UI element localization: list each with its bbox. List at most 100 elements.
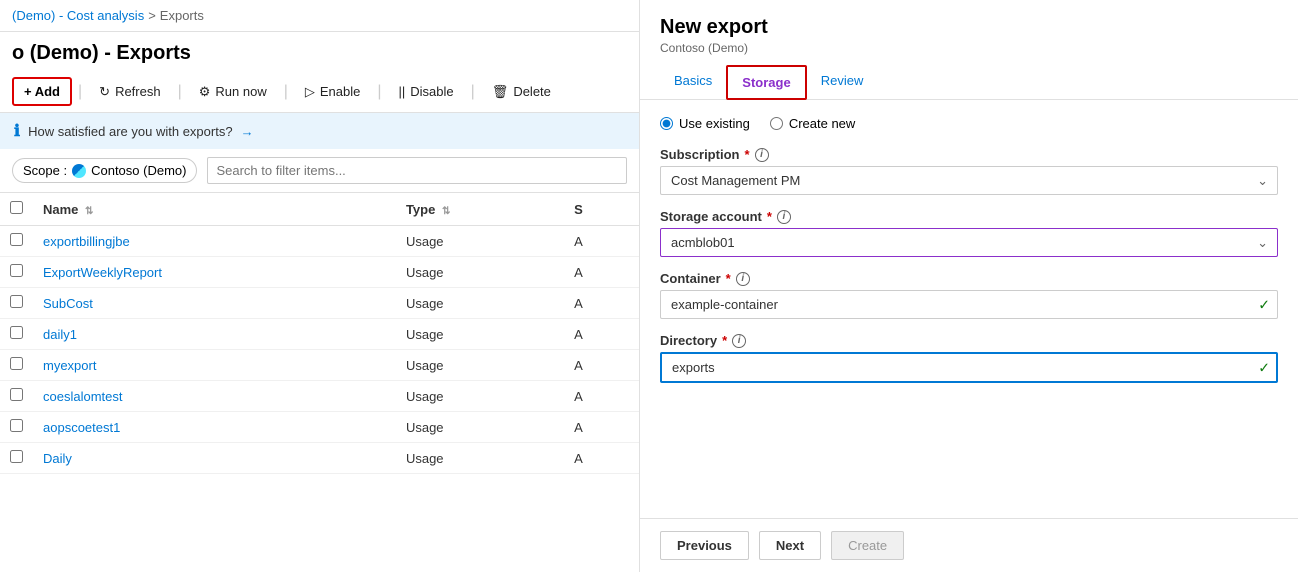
use-existing-option[interactable]: Use existing: [660, 116, 750, 131]
row-type-cell: Usage: [396, 350, 564, 381]
right-panel: New export Contoso (Demo) BasicsStorageR…: [640, 0, 1298, 572]
tab-basics[interactable]: Basics: [660, 65, 726, 100]
storage-account-info-icon[interactable]: i: [777, 210, 791, 224]
row-checkbox[interactable]: [10, 388, 23, 401]
info-message: How satisfied are you with exports?: [28, 124, 232, 139]
row-checkbox[interactable]: [10, 264, 23, 277]
create-new-label: Create new: [789, 116, 855, 131]
row-name-link[interactable]: ExportWeeklyReport: [43, 265, 162, 280]
row-status-cell: A: [564, 381, 639, 412]
row-name-link[interactable]: coeslalomtest: [43, 389, 122, 404]
storage-account-select[interactable]: acmblob01: [660, 228, 1278, 257]
delete-button[interactable]: 🗑 Delete: [481, 78, 562, 106]
table-row: exportbillingjbe Usage A: [0, 226, 639, 257]
row-checkbox-cell: [0, 319, 33, 350]
directory-input[interactable]: [660, 352, 1278, 383]
directory-required: *: [722, 333, 727, 348]
run-now-label: Run now: [215, 84, 266, 99]
row-status-cell: A: [564, 319, 639, 350]
use-existing-radio[interactable]: [660, 117, 673, 130]
scope-label: Scope :: [23, 163, 67, 178]
table-row: myexport Usage A: [0, 350, 639, 381]
search-input[interactable]: [207, 157, 627, 184]
row-status-cell: A: [564, 257, 639, 288]
status-column-header: S: [564, 193, 639, 226]
separator-2: |: [178, 83, 182, 101]
row-name-link[interactable]: exportbillingjbe: [43, 234, 130, 249]
subscription-label: Subscription * i: [660, 147, 1278, 162]
add-button[interactable]: + Add: [12, 77, 72, 106]
tab-storage[interactable]: Storage: [726, 65, 806, 100]
create-new-radio[interactable]: [770, 117, 783, 130]
storage-account-select-wrapper: acmblob01 ⌄: [660, 228, 1278, 257]
container-input[interactable]: [660, 290, 1278, 319]
storage-account-required: *: [767, 209, 772, 224]
panel-body: Use existing Create new Subscription * i…: [640, 100, 1298, 518]
info-icon: ℹ: [14, 121, 20, 141]
tab-review[interactable]: Review: [807, 65, 878, 100]
row-name-cell: exportbillingjbe: [33, 226, 396, 257]
table-row: coeslalomtest Usage A: [0, 381, 639, 412]
disable-label: Disable: [410, 84, 453, 99]
row-name-link[interactable]: myexport: [43, 358, 96, 373]
row-name-link[interactable]: Daily: [43, 451, 72, 466]
container-info-icon[interactable]: i: [736, 272, 750, 286]
subscription-select-wrapper: Cost Management PM ⌄: [660, 166, 1278, 195]
row-type-cell: Usage: [396, 381, 564, 412]
directory-check-icon: ✓: [1258, 359, 1270, 376]
separator-4: |: [377, 83, 381, 101]
row-checkbox[interactable]: [10, 419, 23, 432]
separator-5: |: [471, 83, 475, 101]
row-name-cell: daily1: [33, 319, 396, 350]
run-now-button[interactable]: ⚙ Run now: [188, 78, 278, 106]
panel-subtitle: Contoso (Demo): [660, 41, 1278, 55]
table-row: ExportWeeklyReport Usage A: [0, 257, 639, 288]
row-status-cell: A: [564, 288, 639, 319]
row-name-link[interactable]: daily1: [43, 327, 77, 342]
left-panel: (Demo) - Cost analysis > Exports o (Demo…: [0, 0, 640, 572]
row-status-cell: A: [564, 412, 639, 443]
directory-label: Directory * i: [660, 333, 1278, 348]
subscription-info-icon[interactable]: i: [755, 148, 769, 162]
panel-tabs: BasicsStorageReview: [660, 65, 1278, 99]
name-sort-icon[interactable]: ⇅: [85, 206, 93, 217]
info-link[interactable]: →: [241, 124, 254, 139]
row-name-link[interactable]: aopscoetest1: [43, 420, 120, 435]
container-check-icon: ✓: [1258, 296, 1270, 313]
disable-button[interactable]: || Disable: [388, 78, 465, 105]
row-name-cell: SubCost: [33, 288, 396, 319]
scope-button[interactable]: Scope : Contoso (Demo): [12, 158, 197, 183]
row-type-cell: Usage: [396, 288, 564, 319]
breadcrumb-separator: >: [148, 8, 156, 23]
row-type-cell: Usage: [396, 412, 564, 443]
row-checkbox[interactable]: [10, 295, 23, 308]
panel-title: New export: [660, 16, 1278, 39]
enable-button[interactable]: ▷ Enable: [294, 78, 371, 106]
type-sort-icon[interactable]: ⇅: [442, 206, 450, 217]
subscription-select[interactable]: Cost Management PM: [660, 166, 1278, 195]
row-name-cell: myexport: [33, 350, 396, 381]
disable-icon: ||: [399, 84, 406, 99]
breadcrumb-cost-analysis[interactable]: (Demo) - Cost analysis: [12, 8, 144, 23]
row-checkbox[interactable]: [10, 357, 23, 370]
directory-info-icon[interactable]: i: [732, 334, 746, 348]
container-label: Container * i: [660, 271, 1278, 286]
storage-account-group: Storage account * i acmblob01 ⌄: [660, 209, 1278, 257]
table-row: Daily Usage A: [0, 443, 639, 474]
container-group: Container * i ✓: [660, 271, 1278, 319]
row-checkbox[interactable]: [10, 326, 23, 339]
select-all-checkbox[interactable]: [10, 201, 23, 214]
container-input-wrapper: ✓: [660, 290, 1278, 319]
row-checkbox-cell: [0, 226, 33, 257]
separator-3: |: [284, 83, 288, 101]
row-checkbox[interactable]: [10, 450, 23, 463]
table-row: daily1 Usage A: [0, 319, 639, 350]
next-button[interactable]: Next: [759, 531, 821, 560]
refresh-button[interactable]: ↻ Refresh: [88, 78, 171, 106]
previous-button[interactable]: Previous: [660, 531, 749, 560]
filter-bar: Scope : Contoso (Demo): [0, 149, 639, 193]
breadcrumb: (Demo) - Cost analysis > Exports: [0, 0, 639, 32]
row-name-link[interactable]: SubCost: [43, 296, 93, 311]
create-new-option[interactable]: Create new: [770, 116, 855, 131]
row-checkbox[interactable]: [10, 233, 23, 246]
